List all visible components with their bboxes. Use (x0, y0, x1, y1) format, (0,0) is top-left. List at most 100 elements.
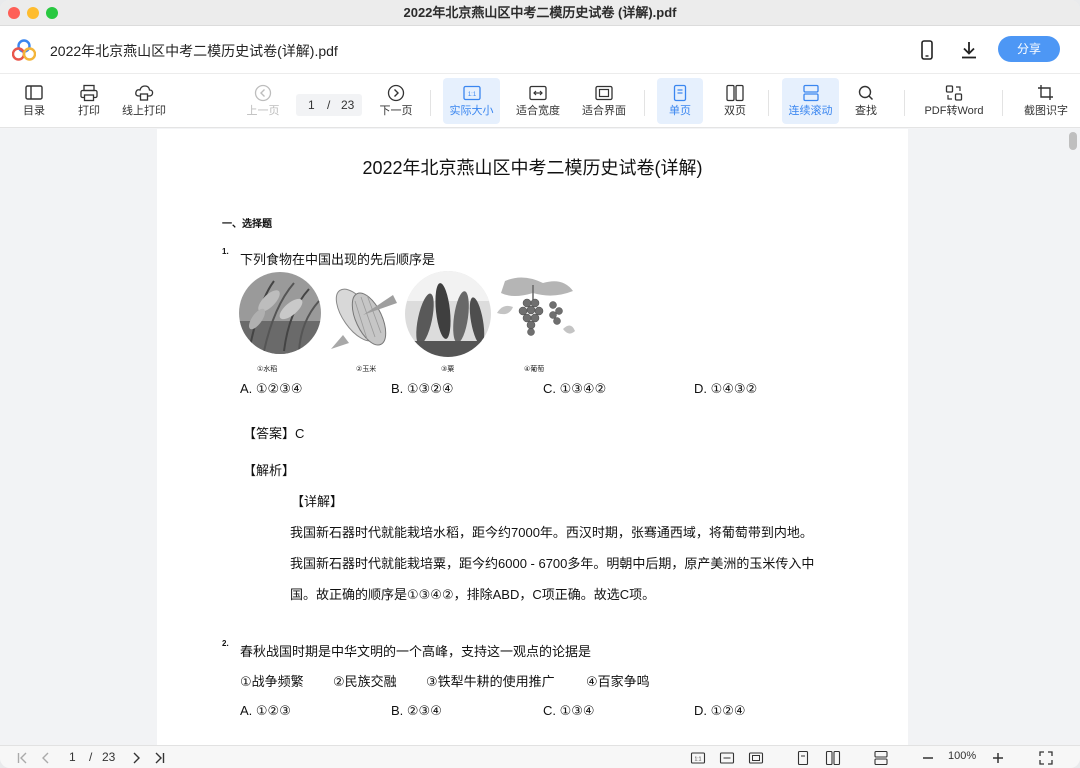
option-b: B. ①③②④ (391, 381, 454, 396)
toolbar-divider (430, 90, 431, 116)
actual-size-label: 实际大小 (449, 105, 494, 117)
status-bar: 1 / 23 1:1 100% (0, 745, 1080, 768)
status-current-page[interactable]: 1 (69, 750, 76, 764)
double-page-icon[interactable] (825, 750, 841, 766)
total-pages-value: 23 (341, 98, 355, 112)
option-c: C. ①③④ (543, 703, 595, 718)
print-label: 打印 (78, 105, 100, 117)
continuous-scroll-icon[interactable] (873, 750, 889, 766)
zoom-out-icon[interactable] (920, 750, 936, 766)
fit-page-label: 适合界面 (582, 105, 626, 117)
print-button[interactable]: 打印 (69, 78, 109, 124)
actual-size-icon: 1:1 (462, 85, 481, 101)
share-button[interactable]: 分享 (998, 36, 1060, 62)
fit-width-button[interactable]: 适合宽度 (512, 78, 564, 124)
ocr-button[interactable]: 截图识字 (1019, 78, 1073, 124)
fit-page-button[interactable]: 适合界面 (578, 78, 630, 124)
statement-item: ③铁犁牛耕的使用推广 (426, 674, 555, 689)
download-icon[interactable] (958, 39, 980, 61)
convert-icon (945, 85, 963, 101)
zoom-level[interactable]: 100% (948, 750, 976, 762)
answer-text: 【答案】C (243, 426, 305, 441)
search-button[interactable]: 查找 (846, 78, 886, 124)
grape-image (497, 277, 575, 336)
single-page-label: 单页 (669, 105, 691, 117)
detail-line: 国。故正确的顺序是①③④②，排除ABD，C项正确。故选C项。 (290, 587, 656, 602)
section-heading: 一、选择题 (222, 219, 272, 230)
fit-width-icon (529, 85, 547, 101)
status-page-separator: / (89, 750, 93, 764)
prev-page-button[interactable]: 上一页 (243, 78, 283, 124)
toc-label: 目录 (23, 105, 45, 117)
statement-item: ①战争频繁 (240, 674, 304, 689)
app-window: 2022年北京燕山区中考二模历史试卷 (详解).pdf 2022年北京燕山区中考… (0, 0, 1080, 768)
document-viewport[interactable]: 2022年北京燕山区中考二模历史试卷(详解) 一、选择题 1. 下列食物在中国出… (0, 129, 1080, 745)
first-page-icon[interactable] (15, 750, 31, 766)
zoom-in-icon[interactable] (990, 750, 1006, 766)
fit-page-icon[interactable] (748, 750, 764, 766)
toolbar-divider (644, 90, 645, 116)
continuous-scroll-icon (802, 84, 819, 102)
fit-page-icon (595, 85, 613, 101)
vertical-scrollbar[interactable] (1069, 132, 1077, 150)
page-separator: / (327, 98, 331, 112)
pdf-page: 2022年北京燕山区中考二模历史试卷(详解) 一、选择题 1. 下列食物在中国出… (157, 129, 908, 745)
pdf-to-word-label: PDF转Word (924, 105, 984, 117)
online-print-button[interactable]: 线上打印 (119, 78, 169, 124)
option-d: D. ①②④ (694, 703, 746, 718)
analysis-heading: 【解析】 (243, 463, 296, 478)
next-page-icon[interactable] (128, 750, 144, 766)
next-page-icon (387, 84, 405, 102)
rice-image (239, 272, 321, 354)
toolbar: 目录 打印 线上打印 上一页 下一页 1:1 实际大小 适合宽度 适合界面 单页… (0, 74, 1080, 128)
double-page-button[interactable]: 双页 (714, 78, 756, 124)
continuous-scroll-button[interactable]: 连续滚动 (782, 78, 839, 124)
actual-size-button[interactable]: 1:1 实际大小 (443, 78, 500, 124)
online-print-label: 线上打印 (122, 105, 166, 117)
status-total-pages: 23 (102, 750, 116, 764)
current-page-value[interactable]: 1 (308, 98, 315, 112)
pdf-to-word-button[interactable]: PDF转Word (920, 78, 988, 124)
app-logo-icon (12, 39, 36, 61)
window-title: 2022年北京燕山区中考二模历史试卷 (详解).pdf (403, 5, 677, 20)
option-c: C. ①③④② (543, 381, 607, 396)
option-d: D. ①④③② (694, 381, 758, 396)
toolbar-divider (1002, 90, 1003, 116)
document-title: 2022年北京燕山区中考二模历史试卷(详解) (362, 158, 703, 178)
option-a: A. ①②③ (240, 703, 291, 718)
svg-text:1:1: 1:1 (467, 92, 476, 98)
question-number: 1. (222, 247, 229, 256)
toolbar-divider (904, 90, 905, 116)
prev-page-label: 上一页 (246, 105, 280, 117)
image-caption: ②玉米 (356, 366, 377, 373)
single-page-button[interactable]: 单页 (657, 78, 703, 124)
image-caption: ③粟 (441, 366, 455, 373)
question-text: 下列食物在中国出现的先后顺序是 (240, 252, 436, 267)
toc-icon (25, 85, 43, 100)
detail-heading: 【详解】 (291, 494, 344, 509)
actual-size-icon[interactable]: 1:1 (690, 750, 706, 766)
crop-icon (1038, 85, 1053, 100)
phone-icon[interactable] (916, 39, 938, 61)
millet-image (405, 271, 491, 357)
single-page-icon (673, 84, 687, 102)
ocr-label: 截图识字 (1024, 105, 1068, 117)
fullscreen-icon[interactable] (1038, 750, 1054, 766)
svg-text:1:1: 1:1 (695, 757, 702, 763)
question-text: 春秋战国时期是中华文明的一个高峰，支持这一观点的论据是 (240, 644, 592, 659)
printer-icon (80, 84, 98, 102)
page-number-field[interactable]: 1 / 23 (296, 94, 362, 116)
title-bar: 2022年北京燕山区中考二模历史试卷 (详解).pdf (0, 0, 1080, 26)
last-page-icon[interactable] (151, 750, 167, 766)
question-number: 2. (222, 639, 229, 648)
header-bar: 2022年北京燕山区中考二模历史试卷(详解).pdf 分享 (0, 26, 1080, 74)
prev-page-icon (254, 84, 272, 102)
next-page-button[interactable]: 下一页 (376, 78, 416, 124)
fit-width-icon[interactable] (719, 750, 735, 766)
previous-page-icon[interactable] (38, 750, 54, 766)
toc-button[interactable]: 目录 (14, 78, 54, 124)
search-label: 查找 (855, 105, 877, 117)
image-caption: ④葡萄 (524, 366, 545, 373)
document-name: 2022年北京燕山区中考二模历史试卷(详解).pdf (50, 43, 338, 59)
single-page-icon[interactable] (795, 750, 811, 766)
